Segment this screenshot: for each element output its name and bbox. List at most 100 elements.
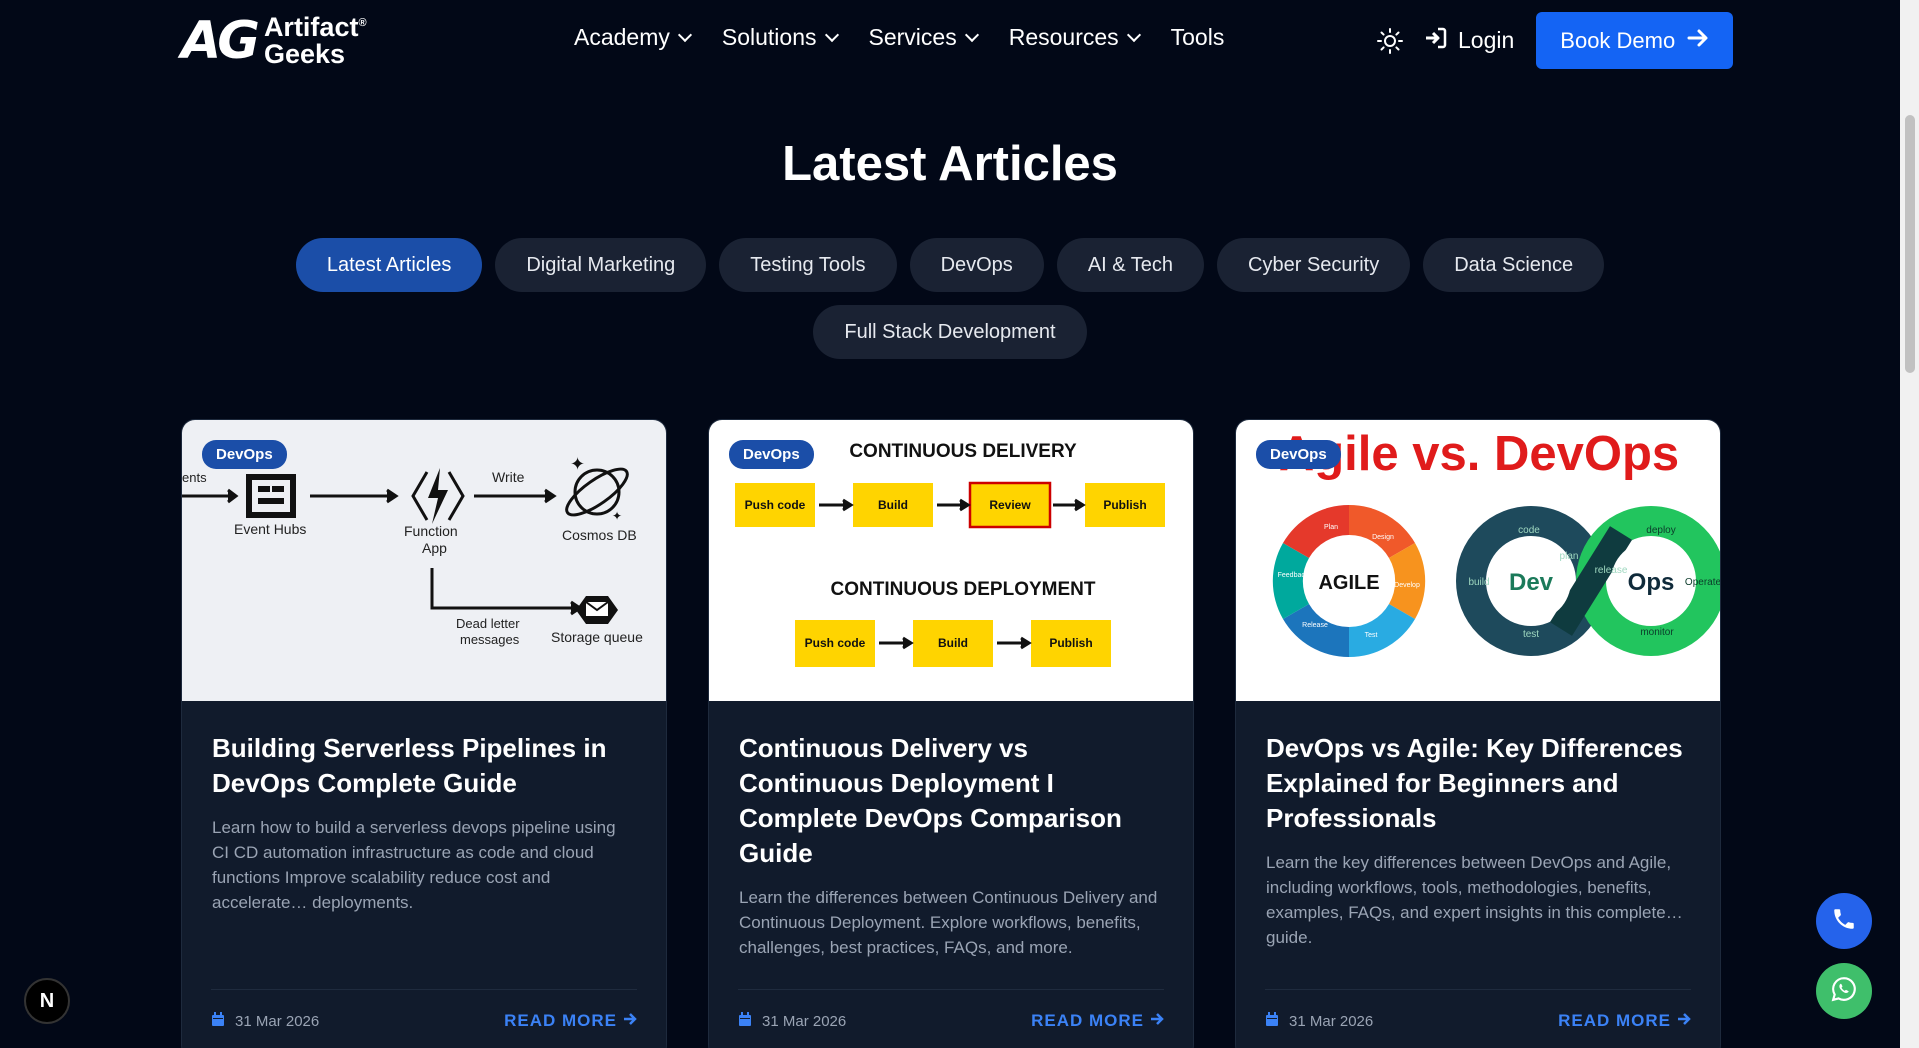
nav-resources-label: Resources	[1008, 24, 1119, 50]
article-date: 31 Mar 2026	[1265, 1011, 1373, 1031]
logo[interactable]: AG Artifact® Geeks	[181, 14, 367, 68]
chevron-down-icon	[1126, 27, 1141, 42]
read-more-link[interactable]: READ MORE	[1031, 1011, 1164, 1031]
book-demo-button[interactable]: Book Demo	[1536, 12, 1734, 69]
chevron-down-icon	[824, 27, 839, 42]
article-title[interactable]: Continuous Delivery vs Continuous Deploy…	[739, 731, 1163, 871]
nav-resources[interactable]: Resources	[1008, 24, 1141, 51]
diagram-label: Test	[1365, 632, 1378, 639]
diagram-label: Dev	[1509, 569, 1554, 596]
nav-solutions-label: Solutions	[721, 24, 817, 50]
login-label: Login	[1458, 27, 1515, 53]
svg-text:✦: ✦	[612, 509, 622, 523]
diagram-label: Push code	[805, 636, 866, 650]
arrow-right-icon	[1677, 1011, 1691, 1031]
nav-services[interactable]: Services	[869, 24, 979, 51]
login-button[interactable]: Login	[1424, 26, 1514, 56]
article-card[interactable]: ✦ ✦ ents Event Hubs Write Function App Co…	[181, 419, 667, 1048]
diagram-label: Plan	[1324, 524, 1338, 531]
login-icon	[1424, 26, 1448, 56]
diagram-label: Operate	[1685, 577, 1721, 588]
diagram-label: test	[1523, 629, 1539, 640]
nextjs-devtools-badge[interactable]: N	[24, 978, 70, 1024]
arrow-right-icon	[623, 1011, 637, 1031]
diagram-label: deploy	[1646, 525, 1675, 536]
read-more-link[interactable]: READ MORE	[504, 1011, 637, 1031]
whatsapp-button[interactable]	[1816, 963, 1872, 1019]
read-more-link[interactable]: READ MORE	[1558, 1011, 1691, 1031]
nav-tools[interactable]: Tools	[1171, 24, 1225, 51]
nav-academy-label: Academy	[574, 24, 670, 50]
article-card[interactable]: Agile vs. DevOps AGILE Plan Design Devel…	[1235, 419, 1721, 1048]
category-badge: DevOps	[729, 440, 814, 469]
svg-text:✦: ✦	[570, 454, 585, 474]
nav-academy[interactable]: Academy	[574, 24, 692, 51]
book-demo-label: Book Demo	[1560, 27, 1676, 53]
card-footer: 31 Mar 2026 READ MORE	[211, 1011, 637, 1031]
diagram-label: code	[1518, 525, 1540, 536]
diagram-label: monitor	[1640, 627, 1674, 638]
diagram-label: Publish	[1049, 636, 1092, 650]
article-image[interactable]: ✦ ✦ ents Event Hubs Write Function App Co…	[182, 420, 666, 701]
category-badge: DevOps	[202, 440, 287, 469]
calendar-icon	[738, 1011, 752, 1031]
tab-testing-tools[interactable]: Testing Tools	[719, 238, 897, 292]
phone-icon	[1831, 906, 1857, 937]
diagram-label: Release	[1302, 622, 1328, 629]
diagram-label: Event Hubs	[234, 521, 306, 537]
diagram-label: Cosmos DB	[562, 527, 637, 543]
logo-mark: AG	[181, 11, 260, 71]
diagram-label: AGILE	[1318, 572, 1379, 594]
tab-cyber-security[interactable]: Cyber Security	[1217, 238, 1411, 292]
tab-ai-tech[interactable]: AI & Tech	[1056, 238, 1205, 292]
category-tabs-row-1: Latest Articles Digital Marketing Testin…	[0, 238, 1900, 292]
tab-digital-marketing[interactable]: Digital Marketing	[495, 238, 707, 292]
diagram-label: Write	[492, 469, 525, 485]
diagram-heading: CONTINUOUS DELIVERY	[849, 441, 1077, 462]
date-text: 31 Mar 2026	[762, 1012, 847, 1030]
sun-icon[interactable]	[1376, 27, 1404, 55]
article-date: 31 Mar 2026	[211, 1011, 320, 1031]
diagram-label: Dead letter	[456, 616, 520, 631]
calendar-icon	[1265, 1011, 1279, 1031]
category-tabs-row-2: Full Stack Development	[0, 305, 1900, 359]
chevron-down-icon	[677, 27, 692, 42]
diagram-label: release	[1595, 565, 1628, 576]
article-cards: ✦ ✦ ents Event Hubs Write Function App Co…	[181, 419, 1721, 1048]
nav-solutions[interactable]: Solutions	[721, 24, 839, 51]
date-text: 31 Mar 2026	[235, 1012, 320, 1030]
arrow-right-icon	[1687, 27, 1709, 55]
article-title[interactable]: Building Serverless Pipelines in DevOps …	[212, 731, 636, 801]
read-more-label: READ MORE	[1031, 1011, 1144, 1030]
logo-line2: Geeks	[263, 39, 346, 69]
arrow-right-icon	[1150, 1011, 1164, 1031]
scrollbar[interactable]	[1900, 0, 1919, 1048]
article-image[interactable]: Agile vs. DevOps AGILE Plan Design Devel…	[1236, 420, 1720, 701]
diagram-heading: CONTINUOUS DEPLOYMENT	[831, 579, 1096, 600]
diagram-label: App	[422, 540, 447, 556]
article-description: Learn the differences between Continuous…	[739, 888, 1158, 957]
logo-line1: Artifact	[263, 12, 359, 42]
diagram-label: messages	[460, 632, 520, 647]
diagram-label: Develop	[1394, 582, 1420, 589]
article-description: Learn the key differences between DevOps…	[1266, 853, 1683, 947]
article-card[interactable]: CONTINUOUS DELIVERY Push code Build Revi…	[708, 419, 1194, 1048]
tab-full-stack-development[interactable]: Full Stack Development	[813, 305, 1087, 359]
tab-devops[interactable]: DevOps	[909, 238, 1044, 292]
category-badge: DevOps	[1256, 440, 1341, 469]
diagram-label: Build	[878, 498, 908, 512]
article-image[interactable]: CONTINUOUS DELIVERY Push code Build Revi…	[709, 420, 1193, 701]
article-title[interactable]: DevOps vs Agile: Key Differences Explain…	[1266, 731, 1690, 836]
diagram-label: Push code	[745, 498, 806, 512]
calendar-icon	[211, 1011, 225, 1031]
tab-data-science[interactable]: Data Science	[1423, 238, 1605, 292]
diagram-label: Build	[938, 636, 968, 650]
diagram-label: build	[1468, 577, 1489, 588]
diagram-label: plan	[1560, 551, 1579, 562]
scrollbar-thumb[interactable]	[1905, 115, 1915, 373]
call-button[interactable]	[1816, 893, 1872, 949]
divider	[1265, 989, 1691, 990]
nav-tools-label: Tools	[1170, 24, 1225, 50]
section-title: Latest Articles	[782, 137, 1118, 191]
tab-latest-articles[interactable]: Latest Articles	[295, 238, 483, 292]
